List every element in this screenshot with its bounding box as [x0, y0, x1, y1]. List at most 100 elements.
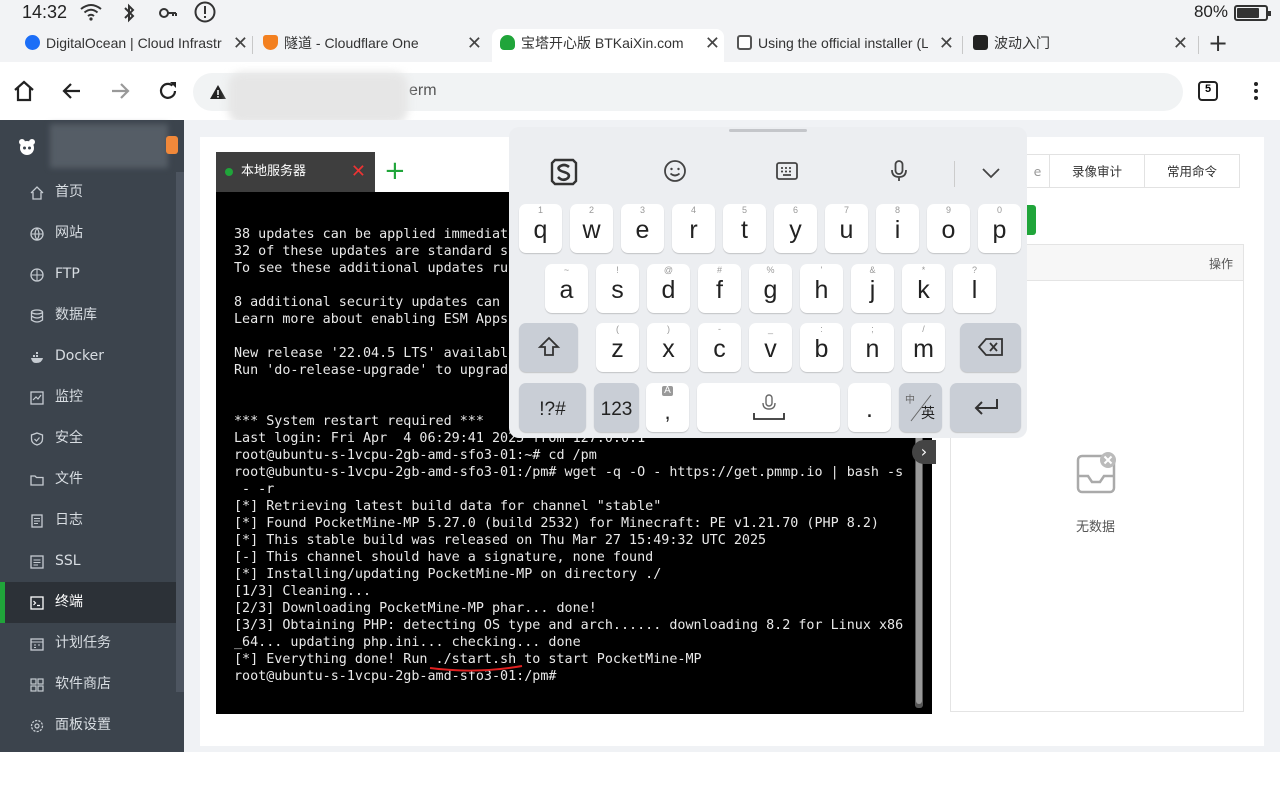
key-hint: 3	[639, 205, 645, 215]
key-q[interactable]: 1q	[519, 204, 562, 253]
key-u[interactable]: 7u	[825, 204, 868, 253]
key-g[interactable]: % g	[749, 264, 792, 313]
symbols-key[interactable]: !?#	[519, 383, 586, 432]
comma-key[interactable]: A ,	[646, 383, 689, 432]
tab-count: 5	[1204, 83, 1212, 95]
emoji-icon[interactable]	[663, 159, 687, 187]
bt-panda-icon	[500, 35, 515, 50]
key-r[interactable]: 4r	[672, 204, 715, 253]
key-i[interactable]: 8i	[876, 204, 919, 253]
key-f[interactable]: # f	[698, 264, 741, 313]
language-switch-key[interactable]: 中 英	[899, 383, 942, 432]
key-d[interactable]: @ d	[647, 264, 690, 313]
key-v[interactable]: _ v	[749, 323, 792, 372]
browser-tab-pmmp[interactable]: 波动入门 ✕	[970, 29, 1192, 62]
tab-common-commands[interactable]: 常用命令	[1144, 154, 1240, 188]
tab-session-recording[interactable]: 录像审计	[1049, 154, 1145, 188]
sidebar-item-label: 日志	[55, 512, 83, 528]
key-s[interactable]: ! s	[596, 264, 639, 313]
sidebar-item-home[interactable]: 首页	[0, 172, 176, 213]
menu-kebab-icon[interactable]	[1244, 79, 1268, 103]
sidebar-item-monitor[interactable]: 监控	[0, 377, 176, 418]
key-o[interactable]: 9o	[927, 204, 970, 253]
browser-tab-digitalocean[interactable]: DigitalOcean | Cloud Infrastr ✕	[22, 29, 252, 62]
clock: 14:32	[22, 2, 68, 22]
sidebar-item-database[interactable]: 数据库	[0, 295, 176, 336]
period-key[interactable]: .	[848, 383, 891, 432]
sidebar-item-calendar[interactable]: 计划任务	[0, 623, 176, 664]
redacted-url-area	[228, 72, 408, 124]
close-tab-icon[interactable]: ✕	[467, 29, 482, 57]
keyboard-drag-handle[interactable]	[729, 129, 807, 132]
battery-percent: 80%	[1193, 2, 1228, 21]
column-header-actions: 操作	[1208, 257, 1233, 271]
key-x[interactable]: ) x	[647, 323, 690, 372]
shift-key[interactable]	[519, 323, 578, 372]
browser-tab-btkaixin[interactable]: 宝塔开心版 BTKaiXin.com ✕	[492, 29, 724, 62]
sidebar-item-log[interactable]: 日志	[0, 500, 176, 541]
browser-tab-installer[interactable]: Using the official installer (L ✕	[734, 29, 958, 62]
close-tab-icon[interactable]: ✕	[233, 29, 248, 57]
sidebar-item-apps[interactable]: 软件商店	[0, 664, 176, 705]
sidebar-item-label: 网站	[55, 225, 83, 241]
tab-title: Using the official installer (L	[758, 35, 928, 51]
tab-partial[interactable]: e	[1025, 154, 1050, 188]
key-hint: #	[716, 265, 722, 275]
key-k[interactable]: * k	[902, 264, 945, 313]
tab-switcher-button[interactable]: 5	[1196, 79, 1220, 103]
new-tab-button[interactable]: +	[1208, 26, 1228, 60]
key-n[interactable]: ; n	[851, 323, 894, 372]
sidebar-item-shield[interactable]: 安全	[0, 418, 176, 459]
key-hint: *	[921, 265, 926, 275]
close-tab-icon[interactable]: ✕	[1173, 29, 1188, 57]
close-tab-icon[interactable]: ✕	[705, 29, 720, 57]
key-a[interactable]: ~ a	[545, 264, 588, 313]
enter-key[interactable]	[950, 383, 1021, 432]
forward-button[interactable]	[108, 79, 132, 103]
key-t[interactable]: 5t	[723, 204, 766, 253]
key-p[interactable]: 0p	[978, 204, 1021, 253]
sogou-logo-icon[interactable]	[549, 157, 579, 191]
close-tab-icon[interactable]: ✕	[939, 29, 954, 57]
sidebar-item-docker[interactable]: Docker	[0, 336, 176, 377]
not-secure-warning-icon[interactable]	[209, 83, 227, 105]
chevron-right-icon[interactable]: ›	[912, 440, 936, 464]
key-b[interactable]: :b	[800, 323, 843, 372]
ftp-icon	[30, 268, 44, 282]
terminal-tab-local-server[interactable]: 本地服务器 ✕	[216, 152, 375, 192]
keyboard-layout-icon[interactable]	[775, 159, 799, 187]
key-z[interactable]: (z	[596, 323, 639, 372]
sidebar-item-folder[interactable]: 文件	[0, 459, 176, 500]
key-j[interactable]: & j	[851, 264, 894, 313]
back-button[interactable]	[60, 79, 84, 103]
sidebar-item-terminal[interactable]: 终端	[0, 582, 176, 623]
key-e[interactable]: 3e	[621, 204, 664, 253]
microphone-icon[interactable]	[887, 159, 911, 187]
terminal-line: _64... updating php.ini... checking... d…	[234, 635, 581, 650]
add-command-button[interactable]	[1026, 205, 1036, 235]
redacted-server-name	[50, 124, 168, 168]
key-l[interactable]: ? l	[953, 264, 996, 313]
sidebar-item-globe[interactable]: 网站	[0, 213, 176, 254]
sidebar-item-ssl[interactable]: SSL	[0, 541, 176, 582]
add-terminal-button[interactable]: +	[384, 152, 406, 190]
sidebar-item-settings[interactable]: 面板设置	[0, 705, 176, 746]
key-w[interactable]: 2w	[570, 204, 613, 253]
sidebar-scrollbar[interactable]	[176, 172, 184, 692]
browser-tab-cloudflare[interactable]: 隧道 - Cloudflare One ✕	[260, 29, 486, 62]
ssl-icon	[30, 555, 44, 569]
close-icon[interactable]: ✕	[351, 152, 366, 192]
key-y[interactable]: 6y	[774, 204, 817, 253]
key-m[interactable]: / m	[902, 323, 945, 372]
home-button[interactable]	[12, 79, 36, 103]
key-h[interactable]: ' h	[800, 264, 843, 313]
backspace-key[interactable]	[960, 323, 1021, 372]
space-key[interactable]	[697, 383, 840, 432]
terminal-line: root@ubuntu-s-1vcpu-2gb-amd-sfo3-01:/pm#…	[234, 465, 904, 480]
reload-button[interactable]	[156, 79, 180, 103]
key-hint: !	[616, 265, 619, 275]
key-c[interactable]: -c	[698, 323, 741, 372]
numbers-key[interactable]: 123	[594, 383, 639, 432]
sidebar-item-ftp[interactable]: FTP	[0, 254, 176, 295]
chevron-down-icon[interactable]	[979, 163, 1003, 187]
